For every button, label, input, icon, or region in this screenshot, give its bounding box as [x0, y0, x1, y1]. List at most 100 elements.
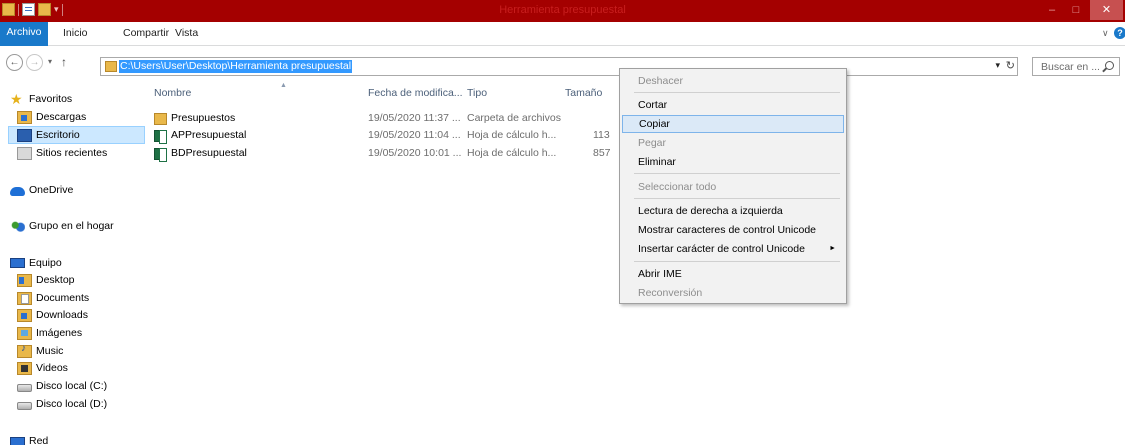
minimize-button[interactable]: –	[1040, 0, 1064, 20]
search-placeholder: Buscar en ...	[1041, 61, 1100, 73]
nav-label: Desktop	[36, 274, 75, 286]
system-disk-icon	[17, 383, 32, 392]
menu-item-label: Insertar carácter de control Unicode	[638, 243, 805, 255]
menu-separator	[634, 198, 840, 199]
onedrive-icon	[10, 186, 25, 196]
expand-ribbon-icon[interactable]: ∨	[1102, 28, 1109, 39]
nav-item-videos[interactable]: Videos	[17, 359, 160, 377]
file-date: 19/05/2020 10:01 ...	[368, 147, 462, 159]
file-row[interactable]: APPresupuestal 19/05/2020 11:04 ... Hoja…	[145, 128, 615, 145]
nav-item-homegroup[interactable]: Grupo en el hogar	[10, 217, 153, 235]
file-size: 857	[593, 147, 611, 159]
help-icon[interactable]: ?	[1114, 27, 1125, 39]
up-button[interactable]: ↑	[61, 55, 67, 69]
file-type: Carpeta de archivos	[467, 112, 561, 124]
forward-button[interactable]: →	[26, 54, 43, 71]
nav-label: Imágenes	[36, 327, 83, 339]
search-input[interactable]: Buscar en ...	[1032, 57, 1120, 76]
nav-label: Downloads	[36, 309, 88, 321]
nav-label: Disco local (D:)	[36, 398, 108, 410]
menu-item-copy[interactable]: Copiar	[622, 115, 844, 133]
nav-item-network[interactable]: Red	[10, 432, 153, 445]
downloads-icon	[17, 110, 32, 124]
nav-item-documents[interactable]: Documents	[17, 289, 160, 307]
menu-item-open-ime[interactable]: Abrir IME	[622, 265, 844, 283]
tab-home[interactable]: Inicio	[63, 27, 88, 39]
nav-label: Sitios recientes	[36, 147, 108, 159]
close-button[interactable]: ✕	[1090, 0, 1123, 20]
menu-item-undo[interactable]: Deshacer	[622, 72, 844, 90]
tab-share[interactable]: Compartir	[123, 27, 169, 39]
menu-item-select-all[interactable]: Seleccionar todo	[622, 178, 844, 196]
title-bar: ▾ Herramienta presupuestal – □ ✕	[0, 0, 1125, 22]
nav-item-pictures[interactable]: Imágenes	[17, 324, 160, 342]
nav-item-disk-d[interactable]: Disco local (D:)	[17, 395, 160, 413]
menu-separator	[634, 173, 840, 174]
nav-item-desktop-folder[interactable]: Desktop	[17, 271, 160, 289]
nav-item-recent-places[interactable]: Sitios recientes	[17, 144, 160, 162]
tab-view[interactable]: Vista	[175, 27, 198, 39]
nav-item-disk-c[interactable]: Disco local (C:)	[17, 377, 160, 395]
column-header-name[interactable]: Nombre	[154, 87, 191, 99]
disk-icon	[17, 401, 32, 410]
refresh-icon[interactable]: ↻	[1006, 59, 1015, 72]
file-type: Hoja de cálculo h...	[467, 129, 557, 141]
menu-item-rtl-reading[interactable]: Lectura de derecha a izquierda	[622, 202, 844, 220]
videos-icon	[17, 361, 32, 375]
file-row[interactable]: BDPresupuestal 19/05/2020 10:01 ... Hoja…	[145, 146, 615, 163]
menu-item-reconversion[interactable]: Reconversión	[622, 284, 844, 302]
menu-item-show-unicode[interactable]: Mostrar caracteres de control Unicode	[622, 221, 844, 239]
column-headers: Nombre Fecha de modifica... Tipo Tamaño	[145, 87, 615, 103]
homegroup-icon	[10, 219, 25, 233]
nav-item-music[interactable]: Music	[17, 342, 160, 360]
column-header-date[interactable]: Fecha de modifica...	[368, 87, 463, 99]
nav-label: Videos	[36, 362, 68, 374]
recent-locations-icon[interactable]: ▾	[48, 57, 52, 66]
menu-separator	[634, 261, 840, 262]
desktop-icon	[17, 128, 32, 142]
pictures-icon	[17, 326, 32, 340]
file-row[interactable]: Presupuestos 19/05/2020 11:37 ... Carpet…	[145, 111, 615, 128]
nav-label: Equipo	[29, 257, 62, 269]
nav-label: OneDrive	[29, 184, 74, 196]
address-path[interactable]: C:\Users\User\Desktop\Herramienta presup…	[119, 60, 353, 73]
nav-item-computer[interactable]: Equipo	[10, 254, 153, 272]
folder-icon	[154, 113, 167, 125]
ribbon-tabs: Archivo Inicio Compartir Vista ∨ ?	[0, 22, 1125, 46]
recent-places-icon	[17, 146, 32, 160]
nav-item-downloads-folder[interactable]: Downloads	[17, 306, 160, 324]
maximize-button[interactable]: □	[1064, 0, 1088, 20]
nav-label: Favoritos	[29, 93, 73, 105]
menu-item-insert-unicode[interactable]: Insertar carácter de control Unicode ►	[622, 240, 844, 258]
excel-icon	[154, 130, 167, 144]
nav-item-onedrive[interactable]: OneDrive	[10, 181, 153, 199]
file-type: Hoja de cálculo h...	[467, 147, 557, 159]
nav-label: Documents	[36, 292, 90, 304]
file-name: Presupuestos	[171, 112, 236, 124]
network-icon	[10, 436, 25, 445]
star-icon: ★	[10, 90, 23, 107]
menu-item-paste[interactable]: Pegar	[622, 134, 844, 152]
nav-item-desktop[interactable]: Escritorio	[8, 126, 145, 144]
search-icon[interactable]	[1105, 61, 1114, 70]
nav-label: Music	[36, 345, 64, 357]
nav-favorites[interactable]: ★ Favoritos	[10, 90, 153, 108]
nav-label: Escritorio	[36, 129, 80, 141]
menu-item-cut[interactable]: Cortar	[622, 96, 844, 114]
context-menu: Deshacer Cortar Copiar Pegar Eliminar Se…	[619, 68, 847, 304]
nav-item-downloads[interactable]: Descargas	[17, 108, 160, 126]
nav-label: Grupo en el hogar	[29, 220, 114, 232]
file-date: 19/05/2020 11:04 ...	[368, 129, 461, 141]
back-button[interactable]: ←	[6, 54, 23, 71]
tab-file[interactable]: Archivo	[0, 22, 48, 46]
address-row: ← → ▾ ↑ C:\Users\User\Desktop\Herramient…	[0, 47, 1125, 81]
address-dropdown-icon[interactable]: ▾	[995, 60, 1000, 71]
file-size: 113	[593, 129, 610, 141]
address-bar[interactable]: C:\Users\User\Desktop\Herramienta presup…	[100, 57, 1018, 76]
menu-separator	[634, 92, 840, 93]
column-header-size[interactable]: Tamaño	[565, 87, 602, 99]
excel-icon	[154, 148, 167, 162]
nav-label: Red	[29, 435, 49, 445]
menu-item-delete[interactable]: Eliminar	[622, 153, 844, 171]
column-header-type[interactable]: Tipo	[467, 87, 487, 99]
